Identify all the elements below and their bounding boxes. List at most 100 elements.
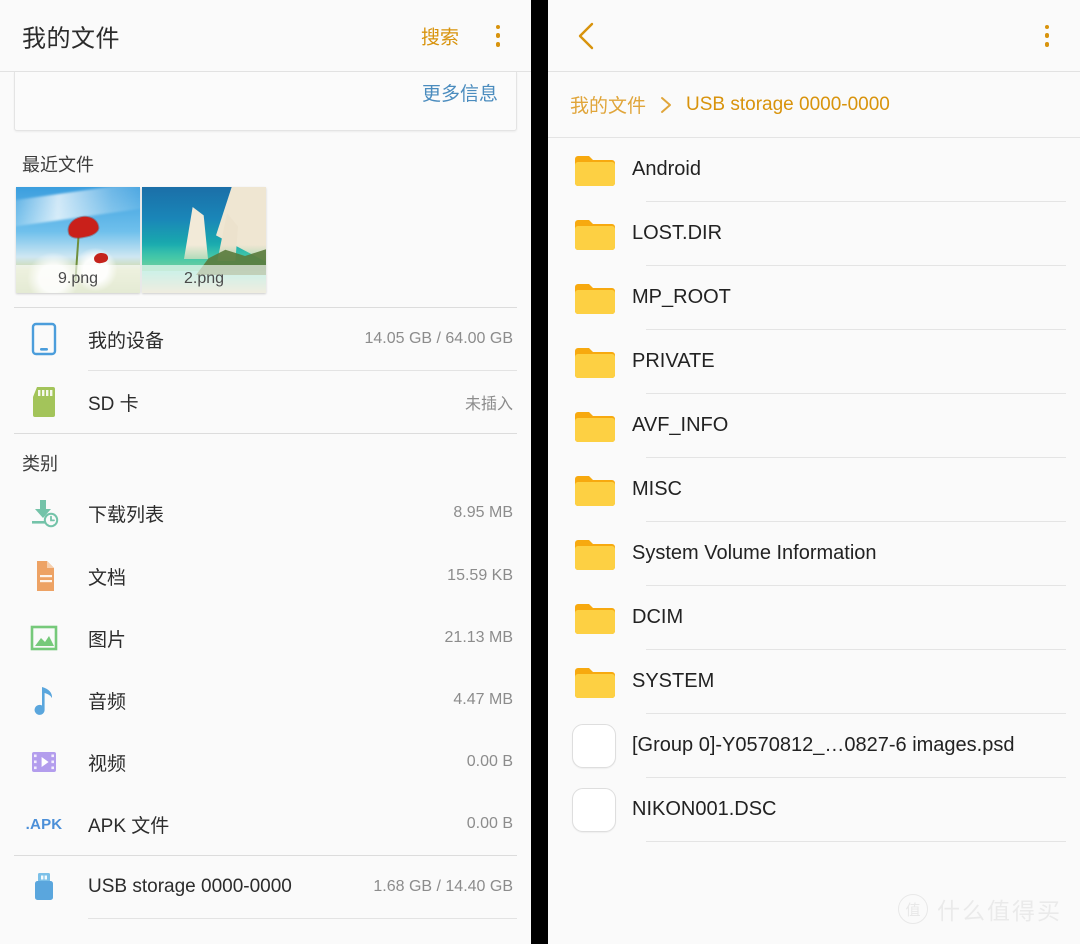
list-item[interactable]: Android — [548, 138, 1080, 201]
category-size: 0.00 B — [466, 753, 513, 770]
category-size: 8.95 MB — [453, 504, 513, 521]
watermark-text: 什么值得买 — [937, 898, 1062, 924]
storage-status: 未插入 — [464, 396, 513, 413]
category-row-downloads[interactable]: 下载列表 8.95 MB — [0, 482, 531, 544]
right-app-bar — [548, 0, 1080, 72]
category-size: 0.00 B — [466, 815, 513, 832]
category-name: 视频 — [88, 753, 127, 775]
folder-icon — [572, 470, 632, 510]
storage-row-usb[interactable]: USB storage 0000-0000 1.68 GB / 14.40 GB — [0, 856, 531, 918]
usb-drive-icon — [22, 870, 66, 904]
video-icon — [22, 749, 66, 775]
device-icon — [22, 322, 66, 356]
watermark: 值 什么值得买 — [898, 892, 1062, 926]
back-chevron-icon[interactable] — [570, 19, 604, 53]
list-item[interactable]: MP_ROOT — [548, 266, 1080, 329]
generic-file-icon — [572, 723, 632, 768]
folder-icon — [572, 150, 632, 190]
file-name: MP_ROOT — [632, 286, 731, 308]
storage-name: SD 卡 — [88, 393, 139, 415]
file-name: [Group 0]-Y0570812_…0827-6 images.psd — [632, 734, 1015, 756]
storage-name: USB storage 0000-0000 — [88, 876, 292, 897]
list-item[interactable]: LOST.DIR — [548, 202, 1080, 265]
category-name: 音频 — [88, 691, 127, 713]
list-item[interactable]: AVF_INFO — [548, 394, 1080, 457]
storage-row-device[interactable]: 我的设备 14.05 GB / 64.00 GB — [0, 308, 531, 370]
chevron-right-icon — [658, 95, 674, 115]
apk-icon: .APK — [22, 816, 66, 833]
more-info-link[interactable]: 更多信息 — [422, 79, 498, 106]
folder-icon — [572, 214, 632, 254]
folder-icon — [572, 342, 632, 382]
file-name: SYSTEM — [632, 670, 715, 692]
document-icon — [22, 559, 66, 593]
file-name: NIKON001.DSC — [632, 798, 777, 820]
storage-usage: 1.68 GB / 14.40 GB — [373, 878, 513, 895]
category-size: 4.47 MB — [453, 691, 513, 708]
screenshot-root: 我的文件 搜索 更多信息 最近文件 9.png 2.png 我的设备 14.05… — [0, 0, 1080, 944]
category-row-apk[interactable]: .APK APK 文件 0.00 B — [0, 793, 531, 855]
sd-card-icon — [22, 386, 66, 418]
file-name: Android — [632, 158, 701, 180]
breadcrumb-item-current[interactable]: USB storage 0000-0000 — [686, 94, 890, 116]
download-icon — [22, 496, 66, 530]
my-files-home-panel: 我的文件 搜索 更多信息 最近文件 9.png 2.png 我的设备 14.05… — [0, 0, 531, 944]
list-item[interactable]: [Group 0]-Y0570812_…0827-6 images.psd — [548, 714, 1080, 777]
file-name: MISC — [632, 478, 682, 500]
list-item[interactable]: System Volume Information — [548, 522, 1080, 585]
divider — [646, 841, 1066, 842]
folder-icon — [572, 406, 632, 446]
generic-file-icon — [572, 787, 632, 832]
list-item[interactable]: PRIVATE — [548, 330, 1080, 393]
usb-storage-browser-panel: 我的文件 USB storage 0000-0000 Android LOST.… — [548, 0, 1080, 944]
page-title: 我的文件 — [22, 25, 120, 52]
info-card: 更多信息 — [14, 72, 517, 131]
panel-separator — [531, 0, 548, 944]
overflow-menu-icon[interactable] — [487, 23, 509, 49]
poppy-bud-decoration — [93, 252, 109, 264]
list-item[interactable]: DCIM — [548, 586, 1080, 649]
folder-icon — [572, 662, 632, 702]
file-name: PRIVATE — [632, 350, 715, 372]
category-row-audio[interactable]: 音频 4.47 MB — [0, 669, 531, 731]
file-name: DCIM — [632, 606, 684, 628]
recent-file-thumbnail[interactable]: 9.png — [16, 187, 140, 293]
category-row-images[interactable]: 图片 21.13 MB — [0, 607, 531, 669]
recent-file-thumbnail[interactable]: 2.png — [142, 187, 266, 293]
breadcrumb: 我的文件 USB storage 0000-0000 — [548, 72, 1080, 138]
watermark-badge: 值 — [898, 894, 928, 924]
audio-icon — [22, 684, 66, 716]
list-item[interactable]: MISC — [548, 458, 1080, 521]
list-item[interactable]: SYSTEM — [548, 650, 1080, 713]
category-row-video[interactable]: 视频 0.00 B — [0, 731, 531, 793]
left-app-bar: 我的文件 搜索 — [0, 0, 531, 72]
category-name: APK 文件 — [88, 815, 170, 837]
recent-files-heading: 最近文件 — [22, 155, 94, 175]
file-list: Android LOST.DIR MP_ROOT PRIVATE AVF_INF… — [548, 138, 1080, 842]
file-name: System Volume Information — [632, 542, 877, 564]
folder-icon — [572, 598, 632, 638]
folder-icon — [572, 278, 632, 318]
category-row-documents[interactable]: 文档 15.59 KB — [0, 545, 531, 607]
storage-usage: 14.05 GB / 64.00 GB — [364, 330, 513, 347]
search-button[interactable]: 搜索 — [421, 22, 459, 49]
category-size: 15.59 KB — [447, 567, 513, 584]
file-name: AVF_INFO — [632, 414, 729, 436]
category-name: 文档 — [88, 567, 127, 589]
divider — [88, 918, 517, 919]
overflow-menu-icon[interactable] — [1036, 23, 1058, 49]
categories-heading: 类别 — [22, 454, 58, 474]
thumbnail-label: 9.png — [16, 265, 140, 293]
category-size: 21.13 MB — [444, 629, 513, 646]
thumbnail-label: 2.png — [142, 265, 266, 293]
apk-icon-label: .APK — [25, 815, 63, 833]
storage-row-sdcard[interactable]: SD 卡 未插入 — [0, 371, 531, 433]
folder-icon — [572, 534, 632, 574]
image-icon — [22, 623, 66, 653]
file-name: LOST.DIR — [632, 222, 723, 244]
breadcrumb-item-root[interactable]: 我的文件 — [570, 91, 646, 118]
category-name: 图片 — [88, 629, 127, 651]
list-item[interactable]: NIKON001.DSC — [548, 778, 1080, 841]
storage-name: 我的设备 — [88, 330, 165, 352]
category-name: 下载列表 — [88, 504, 165, 526]
